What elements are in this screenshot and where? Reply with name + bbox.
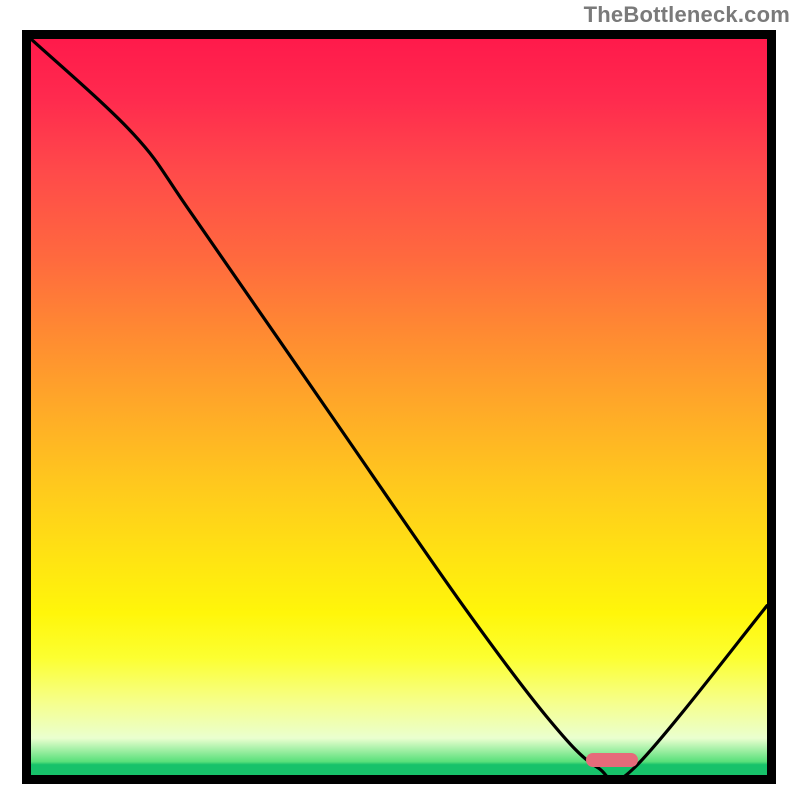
plot-frame [22, 30, 776, 784]
watermark-text: TheBottleneck.com [584, 2, 790, 28]
chart-root: TheBottleneck.com [0, 0, 800, 800]
target-marker [586, 753, 638, 767]
gradient-background [31, 39, 767, 775]
